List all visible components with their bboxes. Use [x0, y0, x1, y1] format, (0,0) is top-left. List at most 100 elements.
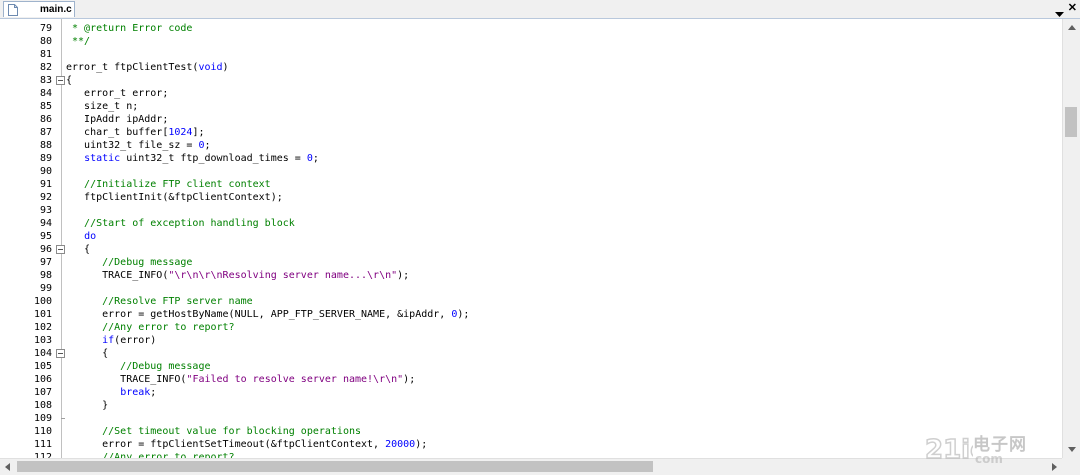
code-text: IpAddr ipAddr;	[66, 113, 168, 126]
code-token: uint32_t file_sz =	[66, 140, 199, 151]
line-number: 98	[39, 270, 52, 281]
code-text: error_t ftpClientTest(void)	[66, 61, 229, 74]
code-token: //Any error to report?	[66, 322, 235, 333]
line-number: 105	[33, 361, 52, 372]
code-text: //Set timeout value for blocking operati…	[66, 425, 361, 438]
scroll-down-arrow-icon[interactable]	[1068, 447, 1076, 452]
line-number: 100	[33, 296, 52, 307]
code-token: );	[415, 439, 428, 450]
code-line: 109	[0, 412, 1062, 425]
line-number: 107	[33, 387, 52, 398]
code-token: {	[66, 348, 109, 359]
line-number: 92	[39, 192, 52, 203]
vertical-scroll-thumb[interactable]	[1065, 107, 1077, 137]
code-token: uint32_t ftp_download_times =	[120, 153, 307, 164]
code-token: );	[397, 270, 410, 281]
code-text: //Initialize FTP client context	[66, 178, 271, 191]
code-text: uint32_t file_sz = 0;	[66, 139, 211, 152]
scroll-left-arrow-icon[interactable]	[5, 463, 10, 471]
code-token: error = getHostByName(NULL, APP_FTP_SERV…	[66, 309, 452, 320]
code-token: break	[120, 387, 151, 398]
line-number: 83	[39, 75, 52, 86]
line-number: 109	[33, 413, 52, 424]
code-text: //Debug message	[66, 360, 210, 373]
code-line: 101 error = getHostByName(NULL, APP_FTP_…	[0, 308, 1062, 321]
code-token: **/	[66, 36, 91, 47]
tab-bar: main.c ✕	[0, 0, 1080, 19]
code-line: 85 size_t n;	[0, 100, 1062, 113]
code-token: ;	[204, 140, 211, 151]
line-number: 96	[39, 244, 52, 255]
fold-end-marker	[61, 418, 65, 419]
code-token: ;	[150, 387, 157, 398]
tab-label: main.c	[40, 4, 72, 15]
code-token: char_t buffer[	[66, 127, 169, 138]
horizontal-scrollbar[interactable]	[0, 458, 1062, 475]
scroll-up-arrow-icon[interactable]	[1068, 25, 1076, 30]
code-line: 93	[0, 204, 1062, 217]
line-number: 108	[33, 400, 52, 411]
code-token: static	[84, 153, 121, 164]
line-number: 112	[33, 452, 52, 458]
code-text: {	[66, 347, 108, 360]
code-line: 92 ftpClientInit(&ftpClientContext);	[0, 191, 1062, 204]
code-line: 112 //Any error to report?	[0, 451, 1062, 458]
code-text: {	[66, 243, 90, 256]
code-text: //Debug message	[66, 256, 192, 269]
line-number: 88	[39, 140, 52, 151]
scroll-right-arrow-icon[interactable]	[1052, 463, 1057, 471]
code-token: );	[457, 309, 470, 320]
tab-list-dropdown-icon[interactable]	[1055, 4, 1064, 17]
line-number: 80	[39, 36, 52, 47]
code-line: 99	[0, 282, 1062, 295]
code-line: 105 //Debug message	[0, 360, 1062, 373]
file-icon	[8, 3, 19, 16]
code-text: static uint32_t ftp_download_times = 0;	[66, 152, 319, 165]
code-token: error_t error;	[66, 88, 169, 99]
horizontal-scroll-thumb[interactable]	[17, 461, 653, 472]
line-number: 84	[39, 88, 52, 99]
code-line: 88 uint32_t file_sz = 0;	[0, 139, 1062, 152]
code-line: 110 //Set timeout value for blocking ope…	[0, 425, 1062, 438]
code-text: * @return Error code	[66, 22, 192, 35]
code-token: 1024	[168, 127, 193, 138]
code-editor[interactable]: 79 * @return Error code 80 **/81 82 error_t…	[0, 19, 1062, 458]
collapse-icon[interactable]	[56, 245, 65, 254]
vertical-scrollbar[interactable]	[1062, 19, 1080, 458]
code-line: 95 do	[0, 230, 1062, 243]
line-number: 91	[39, 179, 52, 190]
code-line: 100 //Resolve FTP server name	[0, 295, 1062, 308]
code-text: do	[66, 230, 96, 243]
tab-main-c[interactable]: main.c	[3, 1, 75, 17]
code-line: 94 //Start of exception handling block	[0, 217, 1062, 230]
code-line: 111 error = ftpClientSetTimeout(&ftpClie…	[0, 438, 1062, 451]
code-line: 82 error_t ftpClientTest(void)	[0, 61, 1062, 74]
code-text: size_t n;	[66, 100, 138, 113]
code-line: 87 char_t buffer[1024];	[0, 126, 1062, 139]
code-text: error = getHostByName(NULL, APP_FTP_SERV…	[66, 308, 469, 321]
code-line: 108 }	[0, 399, 1062, 412]
code-token: );	[403, 374, 416, 385]
collapse-icon[interactable]	[56, 349, 65, 358]
line-number: 103	[33, 335, 52, 346]
code-line: 86 IpAddr ipAddr;	[0, 113, 1062, 126]
collapse-icon[interactable]	[56, 76, 65, 85]
code-token: ;	[312, 153, 319, 164]
line-number: 99	[39, 283, 52, 294]
close-icon[interactable]: ✕	[1068, 2, 1077, 14]
line-number: 102	[33, 322, 52, 333]
code-token: void	[198, 62, 223, 73]
line-number: 82	[39, 62, 52, 73]
code-token: error_t ftpClientTest(	[66, 62, 199, 73]
code-text: }	[66, 399, 108, 412]
code-token: //Start of exception handling block	[66, 218, 295, 229]
line-number: 106	[33, 374, 52, 385]
line-number: 89	[39, 153, 52, 164]
line-number: 81	[39, 49, 52, 60]
code-line: 104 {	[0, 347, 1062, 360]
code-token: TRACE_INFO(	[66, 270, 169, 281]
